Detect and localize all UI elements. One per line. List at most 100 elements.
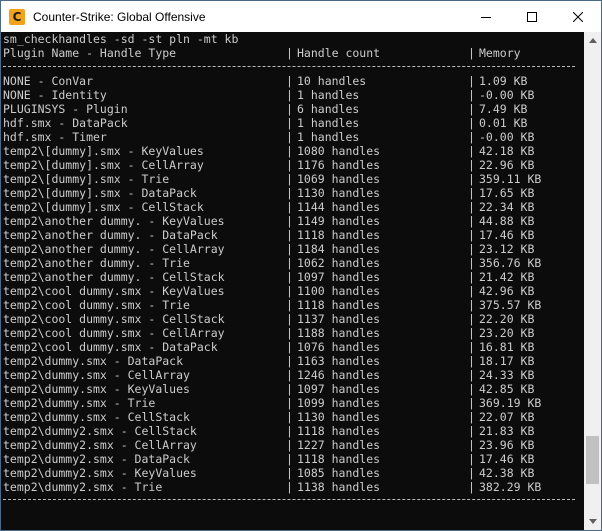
- row-handle-count: 1097 handles: [297, 270, 381, 284]
- table-header: Plugin Name - Handle Type | Handle count…: [3, 46, 521, 60]
- column-separator: |: [468, 466, 475, 480]
- column-separator: |: [468, 186, 475, 200]
- row-handle-count: 1137 handles: [297, 312, 381, 326]
- header-memory: Memory: [479, 46, 521, 60]
- column-separator: |: [468, 228, 475, 242]
- row-memory: 42.18 KB: [479, 144, 535, 158]
- console-command-line: sm_checkhandles -sd -st pln -mt kb: [3, 32, 239, 46]
- row-memory: 22.07 KB: [479, 410, 535, 424]
- csgo-app-icon: C: [9, 8, 25, 25]
- column-separator: |: [286, 144, 293, 158]
- scroll-up-button[interactable]: [584, 32, 601, 49]
- window-title: Counter-Strike: Global Offensive: [33, 9, 206, 24]
- row-plugin-handle-type: temp2\[dummy].smx - Trie: [3, 172, 170, 186]
- row-plugin-handle-type: temp2\[dummy].smx - KeyValues: [3, 144, 204, 158]
- column-separator: |: [286, 228, 293, 242]
- row-plugin-handle-type: temp2\[dummy].smx - CellArray: [3, 158, 204, 172]
- row-handle-count: 1 handles: [297, 116, 360, 130]
- column-separator: |: [468, 130, 475, 144]
- column-separator: |: [468, 340, 475, 354]
- row-plugin-handle-type: hdf.smx - Timer: [3, 130, 107, 144]
- column-separator: |: [286, 130, 293, 144]
- column-separator: |: [468, 158, 475, 172]
- row-memory: 42.96 KB: [479, 284, 535, 298]
- row-memory: 42.38 KB: [479, 466, 535, 480]
- maximize-icon: [527, 11, 537, 22]
- close-button[interactable]: [555, 1, 601, 32]
- minimize-icon: [481, 16, 491, 18]
- maximize-button[interactable]: [509, 1, 555, 32]
- row-plugin-handle-type: temp2\another dummy. - CellArray: [3, 242, 225, 256]
- row-memory: 17.46 KB: [479, 228, 535, 242]
- row-plugin-handle-type: temp2\cool dummy.smx - KeyValues: [3, 284, 225, 298]
- row-handle-count: 1062 handles: [297, 256, 381, 270]
- column-separator: |: [468, 214, 475, 228]
- chevron-up-icon: [588, 38, 597, 43]
- column-separator: |: [468, 88, 475, 102]
- column-separator: |: [286, 102, 293, 116]
- row-plugin-handle-type: temp2\cool dummy.smx - DataPack: [3, 340, 218, 354]
- footer-divider: [3, 499, 575, 500]
- row-plugin-handle-type: temp2\dummy2.smx - DataPack: [3, 452, 190, 466]
- column-separator: |: [468, 312, 475, 326]
- column-separator: |: [468, 382, 475, 396]
- scrollbar-thumb[interactable]: [586, 435, 599, 484]
- column-separator: |: [286, 256, 293, 270]
- column-separator: |: [286, 186, 293, 200]
- column-separator: |: [468, 144, 475, 158]
- scroll-down-button[interactable]: [584, 513, 601, 530]
- row-plugin-handle-type: temp2\dummy2.smx - CellArray: [3, 438, 197, 452]
- column-separator: |: [286, 242, 293, 256]
- row-handle-count: 1100 handles: [297, 284, 381, 298]
- row-memory: 21.42 KB: [479, 270, 535, 284]
- row-handle-count: 1227 handles: [297, 438, 381, 452]
- header-handle-count: Handle count: [297, 46, 381, 60]
- row-plugin-handle-type: temp2\cool dummy.smx - CellArray: [3, 326, 225, 340]
- console-window: C Counter-Strike: Global Offensive sm_ch…: [0, 0, 602, 531]
- row-memory: -0.00 KB: [479, 88, 535, 102]
- column-separator: |: [468, 424, 475, 438]
- row-plugin-handle-type: temp2\[dummy].smx - CellStack: [3, 200, 204, 214]
- console-output[interactable]: sm_checkhandles -sd -st pln -mt kb Plugi…: [1, 32, 584, 530]
- row-memory: 22.34 KB: [479, 200, 535, 214]
- column-separator: |: [286, 340, 293, 354]
- row-plugin-handle-type: temp2\another dummy. - DataPack: [3, 228, 218, 242]
- row-handle-count: 1130 handles: [297, 410, 381, 424]
- row-handle-count: 1176 handles: [297, 158, 381, 172]
- row-plugin-handle-type: temp2\dummy2.smx - CellStack: [3, 424, 197, 438]
- minimize-button[interactable]: [463, 1, 509, 32]
- column-separator: |: [286, 312, 293, 326]
- row-memory: 42.85 KB: [479, 382, 535, 396]
- row-plugin-handle-type: temp2\another dummy. - CellStack: [3, 270, 225, 284]
- column-separator: |: [468, 74, 475, 88]
- row-handle-count: 1069 handles: [297, 172, 381, 186]
- row-memory: 24.33 KB: [479, 368, 535, 382]
- row-memory: 18.17 KB: [479, 354, 535, 368]
- header-divider: [3, 66, 575, 67]
- row-plugin-handle-type: temp2\dummy.smx - DataPack: [3, 354, 184, 368]
- chevron-down-icon: [588, 519, 597, 524]
- vertical-scrollbar[interactable]: [584, 32, 601, 530]
- row-memory: 44.88 KB: [479, 214, 535, 228]
- row-handle-count: 6 handles: [297, 102, 360, 116]
- column-separator: |: [286, 466, 293, 480]
- column-separator: |: [286, 424, 293, 438]
- column-separator: |: [468, 270, 475, 284]
- column-separator: |: [468, 410, 475, 424]
- column-separator: |: [286, 88, 293, 102]
- column-separator: |: [468, 242, 475, 256]
- row-handle-count: 1080 handles: [297, 144, 381, 158]
- row-plugin-handle-type: temp2\dummy.smx - CellStack: [3, 410, 190, 424]
- column-separator: |: [286, 368, 293, 382]
- row-handle-count: 1085 handles: [297, 466, 381, 480]
- column-separator: |: [468, 396, 475, 410]
- row-handle-count: 1163 handles: [297, 354, 381, 368]
- row-memory: 22.20 KB: [479, 312, 535, 326]
- column-separator: |: [468, 116, 475, 130]
- row-memory: 1.09 KB: [479, 74, 528, 88]
- row-plugin-handle-type: temp2\dummy.smx - Trie: [3, 396, 156, 410]
- title-bar[interactable]: C Counter-Strike: Global Offensive: [1, 1, 601, 32]
- column-separator: |: [286, 116, 293, 130]
- column-separator: |: [286, 172, 293, 186]
- column-separator: |: [286, 410, 293, 424]
